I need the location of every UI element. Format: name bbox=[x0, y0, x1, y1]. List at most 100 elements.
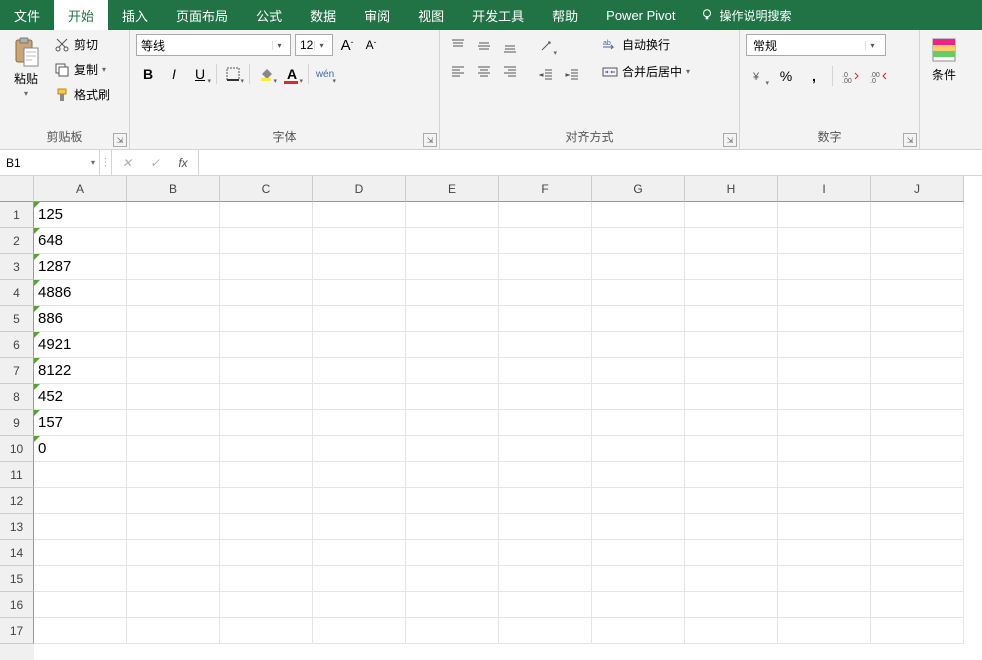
cell[interactable] bbox=[406, 228, 499, 254]
row-header[interactable]: 9 bbox=[0, 410, 34, 436]
wrap-text-button[interactable]: ab 自动换行 bbox=[598, 34, 694, 55]
decrease-indent-button[interactable] bbox=[534, 62, 558, 86]
cell[interactable] bbox=[685, 202, 778, 228]
cell[interactable] bbox=[220, 202, 313, 228]
cell[interactable] bbox=[685, 384, 778, 410]
column-header[interactable]: E bbox=[406, 176, 499, 202]
cell[interactable]: 886 bbox=[34, 306, 127, 332]
row-header[interactable]: 4 bbox=[0, 280, 34, 306]
cell[interactable] bbox=[127, 436, 220, 462]
cell[interactable] bbox=[34, 514, 127, 540]
cell[interactable] bbox=[871, 410, 964, 436]
cell[interactable] bbox=[313, 332, 406, 358]
cell[interactable] bbox=[499, 618, 592, 644]
cell[interactable] bbox=[127, 332, 220, 358]
cell[interactable] bbox=[34, 566, 127, 592]
cell[interactable] bbox=[778, 566, 871, 592]
paste-button[interactable]: 粘贴 ▾ bbox=[6, 34, 46, 100]
menu-item[interactable]: Power Pivot bbox=[592, 0, 689, 30]
menu-item[interactable]: 开始 bbox=[54, 0, 108, 30]
cell[interactable] bbox=[313, 410, 406, 436]
cell[interactable] bbox=[871, 332, 964, 358]
cell[interactable] bbox=[406, 514, 499, 540]
cell[interactable] bbox=[685, 358, 778, 384]
column-header[interactable]: D bbox=[313, 176, 406, 202]
cell[interactable] bbox=[34, 540, 127, 566]
cell[interactable] bbox=[685, 592, 778, 618]
cell[interactable] bbox=[871, 306, 964, 332]
cell[interactable] bbox=[592, 254, 685, 280]
cell[interactable] bbox=[127, 228, 220, 254]
increase-decimal-button[interactable]: .0.00 bbox=[839, 64, 863, 88]
cell[interactable] bbox=[778, 514, 871, 540]
column-header[interactable]: A bbox=[34, 176, 127, 202]
cell[interactable] bbox=[127, 488, 220, 514]
accounting-format-button[interactable]: ¥ bbox=[746, 64, 770, 88]
cell[interactable] bbox=[871, 384, 964, 410]
cell[interactable] bbox=[406, 254, 499, 280]
cell[interactable] bbox=[313, 228, 406, 254]
cell[interactable] bbox=[592, 410, 685, 436]
column-header[interactable]: G bbox=[592, 176, 685, 202]
cell[interactable] bbox=[778, 540, 871, 566]
cell[interactable]: 1287 bbox=[34, 254, 127, 280]
cell[interactable] bbox=[220, 436, 313, 462]
cell[interactable] bbox=[220, 462, 313, 488]
cell[interactable] bbox=[592, 436, 685, 462]
align-left-button[interactable] bbox=[446, 60, 470, 84]
cell[interactable] bbox=[778, 410, 871, 436]
cell[interactable]: 4886 bbox=[34, 280, 127, 306]
cell[interactable] bbox=[499, 488, 592, 514]
number-format-combo[interactable]: 常规 ▾ bbox=[746, 34, 886, 56]
cell[interactable] bbox=[871, 462, 964, 488]
cell[interactable] bbox=[871, 618, 964, 644]
cell[interactable] bbox=[778, 358, 871, 384]
cell[interactable] bbox=[406, 436, 499, 462]
cell[interactable] bbox=[313, 488, 406, 514]
cell[interactable] bbox=[499, 358, 592, 384]
cell[interactable] bbox=[685, 410, 778, 436]
cell[interactable] bbox=[220, 514, 313, 540]
row-header[interactable]: 12 bbox=[0, 488, 34, 514]
cell[interactable] bbox=[220, 488, 313, 514]
cell[interactable] bbox=[34, 462, 127, 488]
cell[interactable] bbox=[127, 592, 220, 618]
cell[interactable] bbox=[499, 306, 592, 332]
cell[interactable] bbox=[499, 202, 592, 228]
insert-function-button[interactable]: fx bbox=[172, 152, 194, 174]
cell[interactable] bbox=[220, 566, 313, 592]
cell[interactable] bbox=[406, 306, 499, 332]
cell[interactable] bbox=[778, 306, 871, 332]
cell[interactable] bbox=[685, 566, 778, 592]
cell[interactable] bbox=[685, 514, 778, 540]
cell[interactable] bbox=[685, 228, 778, 254]
fill-color-button[interactable] bbox=[254, 62, 278, 86]
tell-me-search[interactable]: 操作说明搜索 bbox=[690, 0, 802, 30]
cell[interactable] bbox=[220, 332, 313, 358]
cell[interactable] bbox=[406, 618, 499, 644]
cell[interactable] bbox=[778, 618, 871, 644]
merge-center-button[interactable]: 合并后居中 ▾ bbox=[598, 61, 694, 82]
font-color-button[interactable]: A bbox=[280, 62, 304, 86]
menu-item[interactable]: 审阅 bbox=[350, 0, 404, 30]
cell[interactable] bbox=[499, 384, 592, 410]
cell[interactable] bbox=[313, 202, 406, 228]
cell[interactable]: 4921 bbox=[34, 332, 127, 358]
percent-button[interactable]: % bbox=[774, 64, 798, 88]
column-header[interactable]: H bbox=[685, 176, 778, 202]
cell[interactable] bbox=[685, 254, 778, 280]
cell[interactable] bbox=[313, 540, 406, 566]
copy-button[interactable]: 复制 ▾ bbox=[50, 59, 114, 80]
cell[interactable] bbox=[220, 384, 313, 410]
column-header[interactable]: C bbox=[220, 176, 313, 202]
cell[interactable] bbox=[499, 254, 592, 280]
column-header[interactable]: F bbox=[499, 176, 592, 202]
font-size-combo[interactable]: 12 ▾ bbox=[295, 34, 333, 56]
select-all-corner[interactable] bbox=[0, 176, 34, 202]
column-header[interactable]: B bbox=[127, 176, 220, 202]
cell[interactable] bbox=[127, 280, 220, 306]
row-header[interactable]: 2 bbox=[0, 228, 34, 254]
cell[interactable]: 648 bbox=[34, 228, 127, 254]
cell[interactable] bbox=[127, 202, 220, 228]
cell[interactable] bbox=[406, 540, 499, 566]
